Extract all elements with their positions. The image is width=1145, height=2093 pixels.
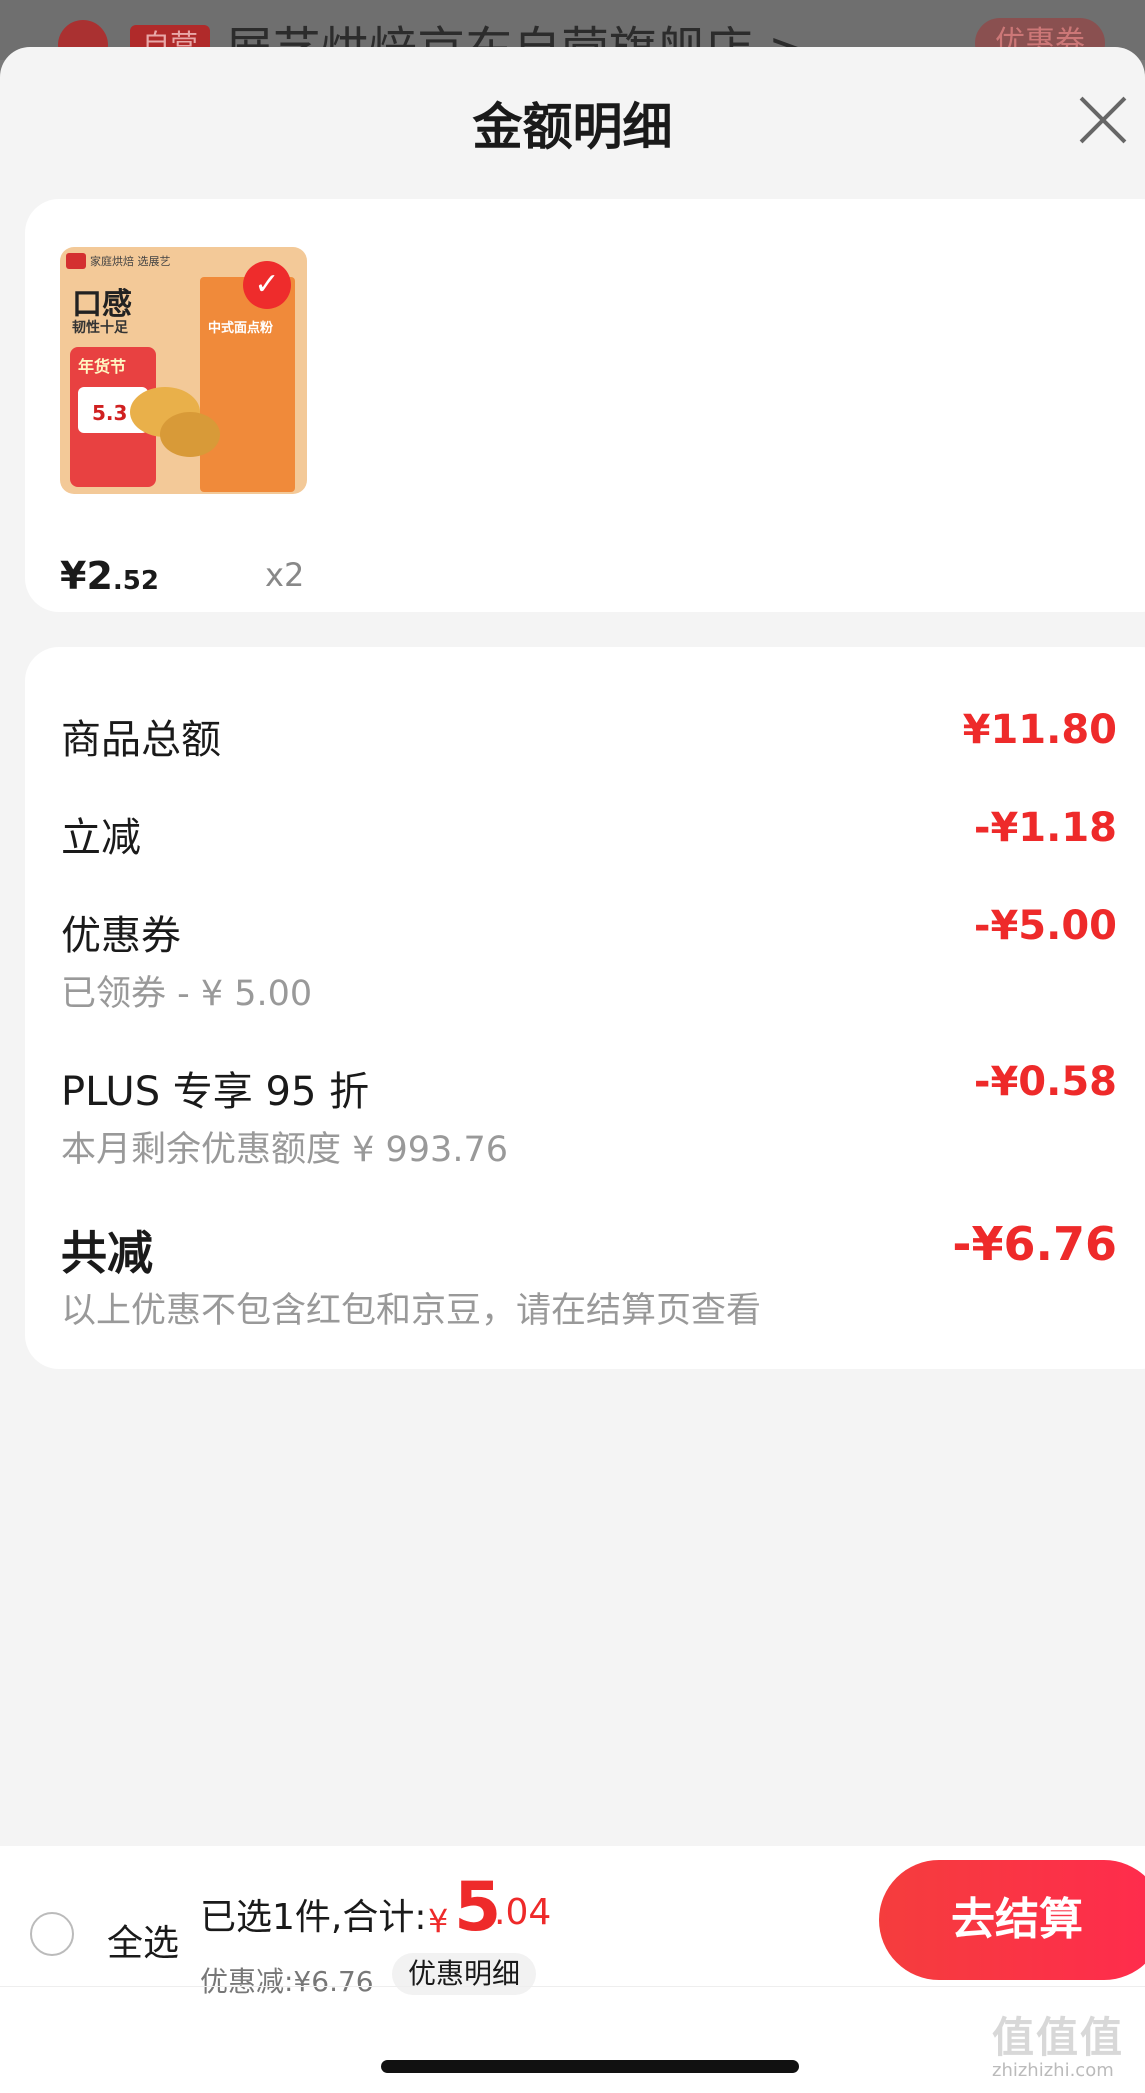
product-card: 家庭烘焙 选展艺 口感 韧性十足 年货节 5.3 中式面点粉 ✓ ¥2.52 x… <box>25 199 1145 612</box>
plus-discount-value: -¥0.58 <box>973 1059 1117 1105</box>
sheet-title: 金额明细 <box>472 98 673 156</box>
unit-price-main: ¥2 <box>60 554 113 598</box>
brand-logo-icon <box>66 253 86 269</box>
home-indicator[interactable] <box>381 2060 799 2073</box>
total-decimal: .04 <box>494 1892 552 1933</box>
coupon-sub: 已领券 - ¥ 5.00 <box>61 974 313 1014</box>
checkout-button[interactable]: 去结算 <box>879 1860 1145 1980</box>
coupon-value: -¥5.00 <box>973 903 1117 949</box>
flour-bag-illustration: 中式面点粉 <box>200 277 295 492</box>
mooncake-illustration <box>160 412 220 457</box>
total-discount-value: -¥6.76 <box>952 1217 1117 1271</box>
selected-check-icon: ✓ <box>243 261 291 309</box>
discount-detail-button[interactable]: 优惠明细 <box>392 1953 537 1995</box>
watermark-logo: 值值值 <box>992 2013 1125 2062</box>
instant-discount-label: 立减 <box>61 815 141 861</box>
promo-price: 5.3 <box>92 401 128 425</box>
coupon-label: 优惠券 <box>61 913 181 959</box>
goods-total-value: ¥11.80 <box>962 707 1117 753</box>
close-icon[interactable] <box>1078 95 1128 145</box>
flour-bag-label: 中式面点粉 <box>208 321 274 336</box>
goods-total-label: 商品总额 <box>61 717 221 763</box>
plus-discount-sub: 本月剩余优惠额度 ¥ 993.76 <box>61 1130 508 1170</box>
instant-discount-value: -¥1.18 <box>973 805 1117 851</box>
selection-summary: 已选1件,合计: <box>200 1897 427 1938</box>
divider <box>0 1986 1145 1987</box>
watermark-url: zhizhizhi.com <box>992 2060 1114 2081</box>
unit-price-decimal: .52 <box>112 566 159 596</box>
select-all-label[interactable]: 全选 <box>107 1914 179 1966</box>
festival-badge-text: 年货节 <box>78 357 127 376</box>
product-image-subline: 韧性十足 <box>72 320 128 336</box>
amount-detail-sheet: 金额明细 家庭烘焙 选展艺 口感 韧性十足 年货节 5.3 中式面点粉 ✓ ¥2… <box>0 47 1145 2093</box>
total-currency: ¥ <box>428 1902 449 1940</box>
breakdown-card: 商品总额 ¥11.80 立减 -¥1.18 优惠券 -¥5.00 已领券 - ¥… <box>25 647 1145 1369</box>
plus-discount-label: PLUS 专享 95 折 <box>61 1069 370 1115</box>
checkout-bar: 全选 已选1件,合计: ¥ 5 .04 优惠减:¥6.76 优惠明细 去结算 值… <box>0 1846 1145 2093</box>
discount-note: 以上优惠不包含红包和京豆，请在结算页查看 <box>61 1291 762 1331</box>
select-all-radio[interactable] <box>30 1912 74 1956</box>
total-discount-label: 共减 <box>61 1226 153 1280</box>
saved-amount: 优惠减:¥6.76 <box>200 1965 374 1998</box>
unit-price: ¥2.52 <box>60 554 159 598</box>
product-image-brand-tag: 家庭烘焙 选展艺 <box>90 255 171 268</box>
quantity: x2 <box>265 556 305 594</box>
product-image[interactable]: 家庭烘焙 选展艺 口感 韧性十足 年货节 5.3 中式面点粉 ✓ <box>60 247 307 494</box>
